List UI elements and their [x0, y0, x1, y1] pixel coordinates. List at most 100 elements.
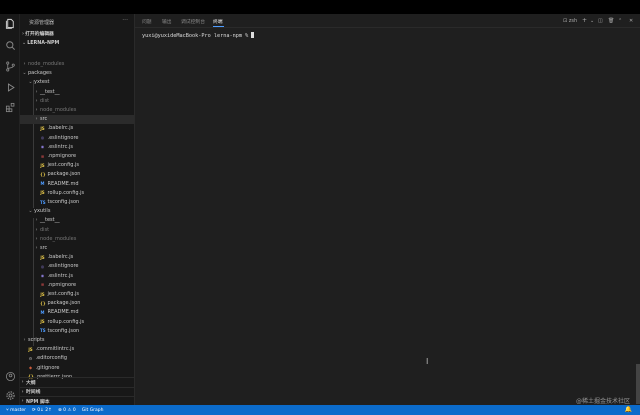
- terminal-panel: 问题 输出 调试控制台 终端 ⊡ zsh + ⌄ ◫ 🗑 ⌃ ✕ yuxi@yu…: [135, 14, 640, 405]
- tree-file[interactable]: JS .commitlintrc.js: [20, 345, 134, 354]
- tree-file[interactable]: JS jest.config.js: [20, 290, 134, 299]
- file-type-icon: JS: [40, 319, 45, 325]
- extensions-icon[interactable]: [4, 101, 16, 113]
- tree-file[interactable]: TS tsconfig.json: [20, 326, 134, 335]
- tree-file[interactable]: JS .babelrc.js: [20, 253, 134, 262]
- tree-file[interactable]: JS rollup.config.js: [20, 188, 134, 197]
- terminal-line[interactable]: yuxi@yuxideMacBook-Pro lerna-npm %: [142, 32, 255, 39]
- split-terminal-icon[interactable]: ◫: [598, 18, 603, 24]
- source-control-icon[interactable]: [4, 60, 16, 72]
- sync-counts: 0↓ 2↑: [37, 407, 52, 413]
- new-terminal-icon[interactable]: +: [582, 17, 587, 24]
- activity-bar: [0, 14, 20, 405]
- tab-output[interactable]: 输出: [162, 18, 172, 25]
- file-type-icon: TS: [40, 199, 46, 205]
- sync-status[interactable]: ⟳ 0↓ 2↑: [32, 408, 52, 413]
- tree-file[interactable]: M README.md: [20, 179, 134, 188]
- search-icon[interactable]: [4, 39, 16, 51]
- file-type-icon: ≡: [40, 153, 45, 159]
- chevron-right-icon: ›: [35, 116, 38, 123]
- tree-file[interactable]: JS rollup.config.js: [20, 317, 134, 326]
- problems-status[interactable]: ⊗ 0 ⚠ 0: [58, 408, 76, 413]
- tree-item-label: src: [40, 116, 48, 123]
- tab-problems[interactable]: 问题: [142, 18, 152, 25]
- tree-folder[interactable]: › node_modules: [20, 106, 134, 115]
- file-type-icon: ⚙: [28, 355, 33, 361]
- tree-file[interactable]: JS jest.config.js: [20, 161, 134, 170]
- tree-file[interactable]: ◎ .eslintignore: [20, 262, 134, 271]
- tree-file[interactable]: ◆ .gitignore: [20, 363, 134, 372]
- chevron-right-icon: ›: [23, 337, 26, 344]
- file-type-icon: ◎: [40, 135, 45, 141]
- tree-folder[interactable]: › dist: [20, 96, 134, 105]
- tab-debug-console[interactable]: 调试控制台: [181, 18, 205, 25]
- tree-item-label: yxtest: [34, 79, 50, 86]
- file-type-icon: ≡: [40, 282, 45, 288]
- tree-file[interactable]: ◉ .eslintrc.js: [20, 142, 134, 151]
- tree-file[interactable]: ◉ .eslintrc.js: [20, 271, 134, 280]
- tree-item-label: .gitignore: [35, 364, 60, 371]
- chevron-right-icon: ›: [35, 97, 38, 104]
- tree-item-label: jest.config.js: [47, 291, 80, 298]
- file-type-icon: JS: [40, 125, 45, 131]
- trash-icon[interactable]: 🗑: [608, 18, 614, 24]
- run-debug-icon[interactable]: [4, 81, 16, 93]
- chevron-right-icon: ›: [23, 61, 26, 68]
- tree-file[interactable]: JS .babelrc.js: [20, 124, 134, 133]
- tree-folder[interactable]: › node_modules: [20, 60, 134, 69]
- terminal-shell-label[interactable]: ⊡ zsh: [563, 18, 577, 24]
- branch-status[interactable]: ⑂ master: [6, 407, 26, 413]
- git-graph-status[interactable]: Git Graph: [82, 408, 104, 413]
- more-actions-icon[interactable]: ···: [122, 17, 128, 24]
- chevron-down-icon[interactable]: ⌄: [590, 18, 594, 24]
- sidebar-section-0[interactable]: › 大纲: [20, 377, 134, 386]
- tree-item-label: node_modules: [40, 107, 77, 114]
- tree-item-label: README.md: [47, 180, 79, 187]
- manage-gear-icon[interactable]: [4, 389, 16, 401]
- tree-file[interactable]: ◎ .eslintignore: [20, 133, 134, 142]
- tree-file[interactable]: ≡ .npmignore: [20, 152, 134, 161]
- chevron-right-icon: ›: [21, 398, 24, 404]
- account-icon[interactable]: [4, 370, 16, 382]
- tree-item-label: src: [40, 245, 48, 252]
- tab-terminal[interactable]: 终端: [213, 18, 223, 25]
- tree-item-label: README.md: [47, 309, 79, 316]
- chevron-right-icon: ›: [21, 388, 24, 395]
- sync-icon: ⟳: [32, 407, 36, 413]
- tree-folder[interactable]: ⌄ packages: [20, 69, 134, 78]
- explorer-icon[interactable]: [4, 17, 16, 29]
- tree-folder[interactable]: › __test__: [20, 87, 134, 96]
- sidebar-section-1[interactable]: › 时间线: [20, 386, 134, 396]
- tree-file[interactable]: M README.md: [20, 308, 134, 317]
- tree-item-label: rollup.config.js: [47, 318, 85, 325]
- file-type-icon: ◉: [40, 144, 45, 150]
- file-type-icon: M: [40, 181, 45, 187]
- terminal-icon: ⊡: [563, 18, 568, 24]
- maximize-panel-icon[interactable]: ⌃: [618, 18, 622, 24]
- notifications-icon[interactable]: 🔔: [625, 406, 632, 413]
- panel-tabs: 问题 输出 调试控制台 终端 ⊡ zsh + ⌄ ◫ 🗑 ⌃ ✕: [135, 14, 640, 28]
- project-section[interactable]: ⌄LERNA-NPM: [22, 40, 59, 46]
- tree-folder[interactable]: › dist: [20, 225, 134, 234]
- open-editors-section[interactable]: ›打开的编辑器: [22, 30, 54, 37]
- tree-file[interactable]: {} package.json: [20, 170, 134, 179]
- tree-folder[interactable]: ⌄ yxutils: [20, 207, 134, 216]
- panel-scrollbar[interactable]: [636, 364, 640, 404]
- explorer-sidebar: 资源管理器 ··· ›打开的编辑器 ⌄LERNA-NPM › node_modul…: [20, 14, 135, 405]
- close-icon[interactable]: ✕: [629, 18, 633, 24]
- tree-file[interactable]: {} package.json: [20, 299, 134, 308]
- chevron-right-icon: ›: [35, 217, 38, 224]
- tree-file[interactable]: ≡ .npmignore: [20, 280, 134, 289]
- tree-file[interactable]: ⚙ .editorconfig: [20, 354, 134, 363]
- tree-file[interactable]: TS tsconfig.json: [20, 198, 134, 207]
- tree-folder[interactable]: › node_modules: [20, 234, 134, 243]
- tree-folder[interactable]: › src: [20, 244, 134, 253]
- tree-folder[interactable]: › src: [20, 114, 134, 124]
- tree-folder[interactable]: › __test__: [20, 216, 134, 225]
- tree-folder[interactable]: › scripts: [20, 336, 134, 345]
- chevron-right-icon: ›: [35, 245, 38, 252]
- tree-folder[interactable]: ⌄ yxtest: [20, 78, 134, 87]
- tree-item-label: dist: [40, 97, 50, 104]
- chevron-down-icon: ⌄: [22, 40, 27, 46]
- sidebar-section-2[interactable]: › NPM 脚本: [20, 396, 134, 405]
